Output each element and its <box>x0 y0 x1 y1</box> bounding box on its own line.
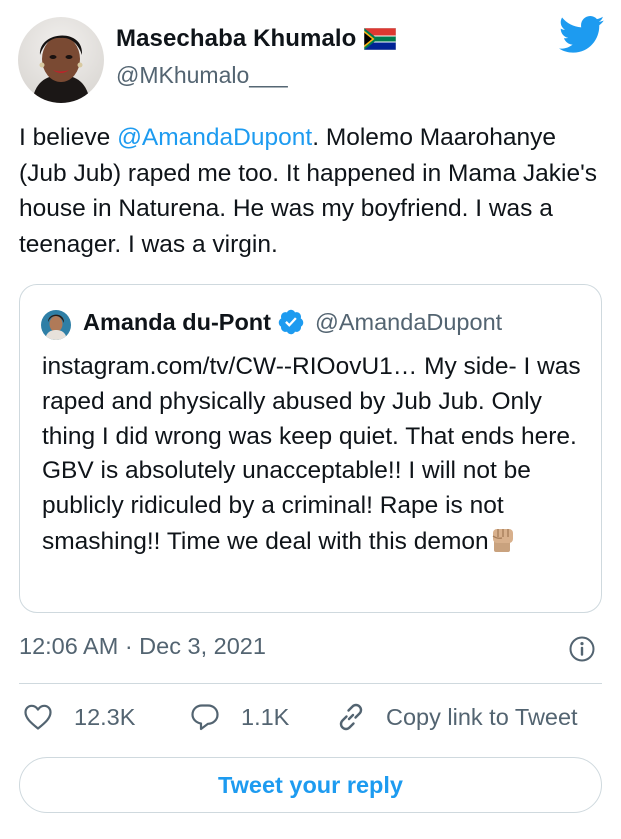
quoted-tweet-card[interactable]: Amanda du-Pont @AmandaDupont instagram.c… <box>19 284 602 613</box>
quoted-author-handle[interactable]: @AmandaDupont <box>315 309 502 336</box>
reply-bubble-icon <box>191 704 219 731</box>
author-display-name[interactable]: Masechaba Khumalo <box>116 25 356 53</box>
quoted-tweet-header: Amanda du-Pont @AmandaDupont <box>83 308 502 336</box>
reply-button-label: Tweet your reply <box>217 771 403 798</box>
tweet-your-reply-button[interactable]: Tweet your reply <box>19 757 602 813</box>
author-avatar[interactable] <box>18 17 104 103</box>
reply-count: 1.1K <box>241 703 290 730</box>
quoted-tweet-text: instagram.com/tv/CW--RIOovU1… My side- I… <box>42 350 592 560</box>
reply-button[interactable]: 1.1K <box>189 701 289 733</box>
author-name-row: Masechaba Khumalo <box>116 25 397 53</box>
quoted-author-display-name[interactable]: Amanda du-Pont <box>83 309 271 336</box>
tweet-timestamp[interactable]: 12:06 AM · Dec 3, 2021 <box>19 633 266 660</box>
author-handle[interactable]: @MKhumalo___ <box>116 62 288 89</box>
twitter-bird-icon[interactable] <box>559 15 605 55</box>
like-count: 12.3K <box>74 703 136 730</box>
link-icon <box>339 703 363 731</box>
divider <box>19 683 602 684</box>
tweet-text: I believe @AmandaDupont. Molemo Maarohan… <box>19 120 604 262</box>
copy-link-button[interactable]: Copy link to Tweet <box>335 701 578 733</box>
quoted-author-avatar[interactable] <box>41 310 71 340</box>
south-africa-flag-icon <box>364 28 397 50</box>
verified-badge-icon <box>278 309 304 335</box>
tweet-header: Masechaba Khumalo @MKhumalo___ <box>0 0 621 110</box>
info-icon[interactable] <box>568 635 596 663</box>
tweet-text-start: I believe <box>19 124 118 151</box>
copy-link-label: Copy link to Tweet <box>386 703 578 730</box>
like-button[interactable]: 12.3K <box>22 701 135 733</box>
tweet-actions-bar: 12.3K 1.1K Copy link to Tweet <box>0 697 621 747</box>
raised-fist-emoji <box>492 528 513 552</box>
mention-link[interactable]: @AmandaDupont <box>117 124 312 151</box>
heart-icon <box>24 704 52 730</box>
